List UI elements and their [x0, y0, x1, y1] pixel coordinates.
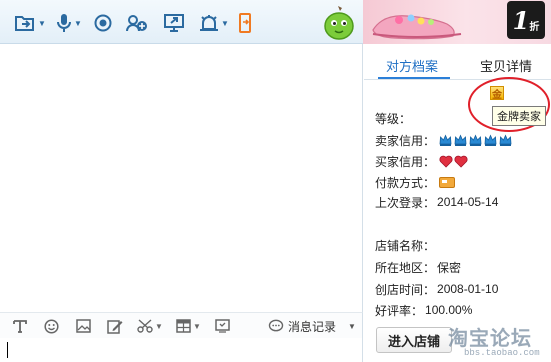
message-input[interactable]	[0, 338, 363, 362]
payment-row: 付款方式：	[375, 174, 456, 190]
screen-share-button[interactable]	[164, 12, 184, 34]
image-icon	[76, 319, 91, 333]
chevron-down-icon: ▼	[74, 18, 82, 28]
screenshot-button[interactable]: ▼	[137, 318, 163, 334]
level-label: 等级：	[375, 111, 412, 126]
rating-value: 100.00%	[425, 303, 473, 317]
send-file-icon	[15, 16, 34, 31]
crown-icon	[454, 134, 467, 146]
created-label: 创店时间：	[375, 282, 436, 297]
chevron-down-icon: ▼	[348, 321, 356, 331]
edit-icon	[107, 319, 123, 334]
gold-seller-tooltip: 金牌卖家	[492, 106, 546, 126]
add-contact-button[interactable]	[126, 12, 148, 34]
voice-button[interactable]: ▼	[56, 12, 82, 34]
phone-icon	[239, 13, 251, 33]
crown-icon	[439, 134, 452, 146]
rating-row: 好评率： 100.00%	[375, 302, 472, 318]
microphone-icon	[57, 14, 71, 32]
ad-banner[interactable]: 1 折	[363, 0, 551, 44]
region-value: 保密	[437, 260, 462, 275]
heart-icon	[439, 155, 453, 168]
phone-button[interactable]	[238, 12, 252, 34]
shop-name-row: 店铺名称：	[375, 237, 437, 253]
quick-phrase-button[interactable]: ▼	[176, 318, 201, 334]
chevron-down-icon: ▼	[221, 18, 229, 28]
message-record-button[interactable]: 消息记录 ▼	[268, 318, 356, 334]
discount-suffix: 折	[529, 21, 540, 33]
seller-credit-row: 卖家信用：	[375, 132, 512, 148]
chat-message-area[interactable]	[0, 44, 363, 312]
rating-label: 好评率：	[375, 303, 424, 318]
chat-toolbar-top: ▼ ▼ ▼	[0, 0, 363, 44]
camera-icon	[94, 14, 112, 32]
window-button[interactable]	[215, 318, 230, 334]
crown-icon	[469, 134, 482, 146]
mascot-icon	[324, 6, 354, 40]
payment-label: 付款方式：	[375, 175, 436, 190]
watermark-main: 淘宝论坛	[448, 328, 532, 350]
text-cursor	[7, 342, 8, 358]
message-record-label: 消息记录	[288, 319, 337, 334]
crown-icon	[499, 134, 512, 146]
table-icon	[176, 319, 191, 333]
edit-button[interactable]	[107, 318, 123, 334]
discount-number: 1	[512, 5, 530, 35]
heart-icon	[454, 155, 468, 168]
forum-watermark: 淘宝论坛 bbs.taobao.com	[438, 322, 548, 362]
alarm-button[interactable]: ▼	[199, 12, 229, 34]
created-value: 2008-01-10	[437, 282, 499, 296]
add-contact-icon	[126, 15, 147, 32]
video-button[interactable]	[94, 12, 112, 34]
region-label: 所在地区：	[375, 260, 436, 275]
window-icon	[215, 319, 230, 333]
created-row: 创店时间： 2008-01-10	[375, 281, 498, 297]
tab-profile[interactable]: 对方档案	[386, 56, 438, 75]
shop-name-label: 店铺名称：	[375, 238, 436, 253]
last-login-row: 上次登录： 2014-05-14	[375, 194, 498, 210]
payment-card-icon	[439, 176, 456, 188]
crown-icon	[484, 134, 497, 146]
image-button[interactable]	[76, 318, 91, 334]
shoe-image	[372, 14, 462, 40]
chat-bubble-icon	[268, 319, 284, 332]
buyer-credit-hearts[interactable]	[439, 155, 468, 168]
smiley-icon	[44, 318, 59, 334]
profile-panel: 对方档案 宝贝详情 金 金牌卖家 等级： 卖家信用： 买家信用： 付款方式： 上…	[364, 44, 551, 362]
send-file-button[interactable]: ▼	[14, 12, 46, 34]
buyer-credit-row: 买家信用：	[375, 153, 468, 169]
alarm-icon	[200, 15, 218, 31]
chevron-down-icon: ▼	[38, 18, 46, 28]
last-login-label: 上次登录：	[375, 195, 436, 210]
watermark-sub: bbs.taobao.com	[464, 348, 540, 358]
seller-credit-label: 卖家信用：	[375, 133, 436, 148]
font-icon	[13, 320, 27, 333]
buyer-credit-label: 买家信用：	[375, 154, 436, 169]
scissors-icon	[137, 319, 153, 333]
chat-input-toolbar: ▼ ▼ 消息记录 ▼	[0, 312, 363, 338]
emoji-button[interactable]	[44, 318, 59, 334]
chevron-down-icon: ▼	[155, 321, 163, 331]
tab-item-details[interactable]: 宝贝详情	[480, 56, 532, 75]
last-login-value: 2014-05-14	[437, 195, 499, 209]
screen-share-icon	[164, 14, 184, 32]
level-row: 等级：	[375, 110, 413, 126]
gold-seller-icon[interactable]: 金	[490, 86, 504, 101]
chevron-down-icon: ▼	[193, 321, 201, 331]
font-button[interactable]	[13, 318, 27, 334]
discount-badge: 1 折	[507, 1, 545, 39]
seller-credit-crowns[interactable]	[439, 134, 512, 147]
region-row: 所在地区： 保密	[375, 259, 461, 275]
